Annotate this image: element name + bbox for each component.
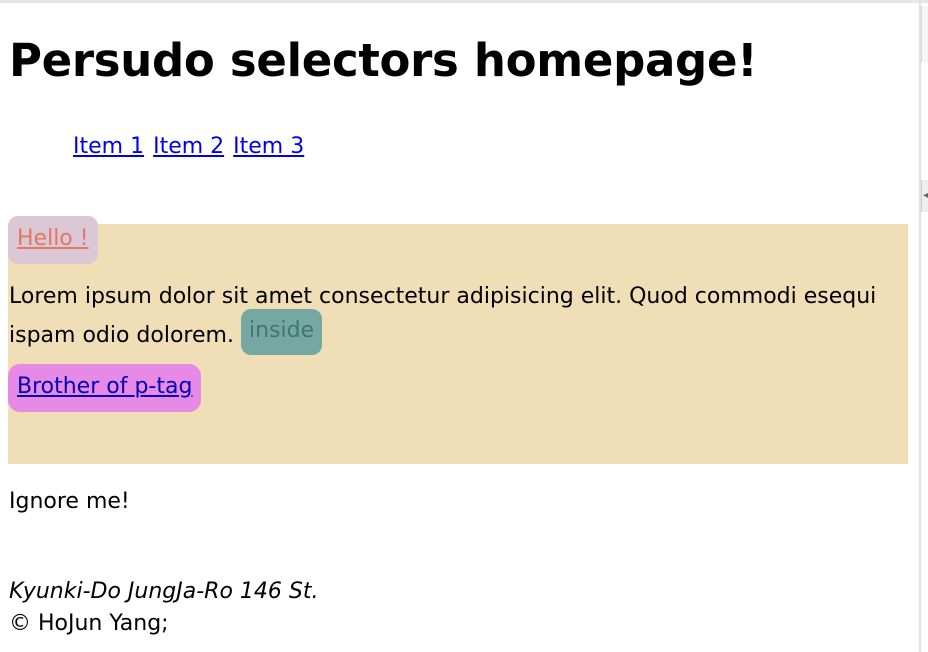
brother-link[interactable]: Brother of p-tag [17, 374, 192, 399]
inside-span: inside [240, 309, 323, 355]
hello-box: Hello ! [8, 216, 98, 264]
nav-item-2[interactable]: Item 2 [153, 134, 224, 159]
lorem-paragraph: Lorem ipsum dolor sit amet consectetur a… [9, 281, 909, 359]
hello-link[interactable]: Hello ! [17, 226, 89, 251]
browser-viewport: ◀ Persudo selectors homepage! Item 1 Ite… [0, 0, 928, 652]
footer-copyright: © HoJun Yang; [9, 611, 169, 636]
top-border [0, 0, 928, 3]
paragraph-text: Lorem ipsum dolor sit amet consectetur a… [9, 284, 877, 348]
footer-address: Kyunki-Do JungJa-Ro 146 St. [9, 579, 319, 604]
nav-list: Item 1 Item 2 Item 3 [73, 134, 306, 159]
page-title: Persudo selectors homepage! [9, 34, 758, 87]
nav-item-3[interactable]: Item 3 [233, 134, 304, 159]
scrollbar-thumb[interactable] [921, 6, 928, 62]
ignore-text: Ignore me! [9, 489, 130, 514]
chevron-left-icon[interactable]: ◀ [923, 191, 928, 201]
brother-box: Brother of p-tag [8, 364, 202, 412]
scrollbar-track[interactable] [919, 3, 921, 652]
nav-item-1[interactable]: Item 1 [73, 134, 144, 159]
